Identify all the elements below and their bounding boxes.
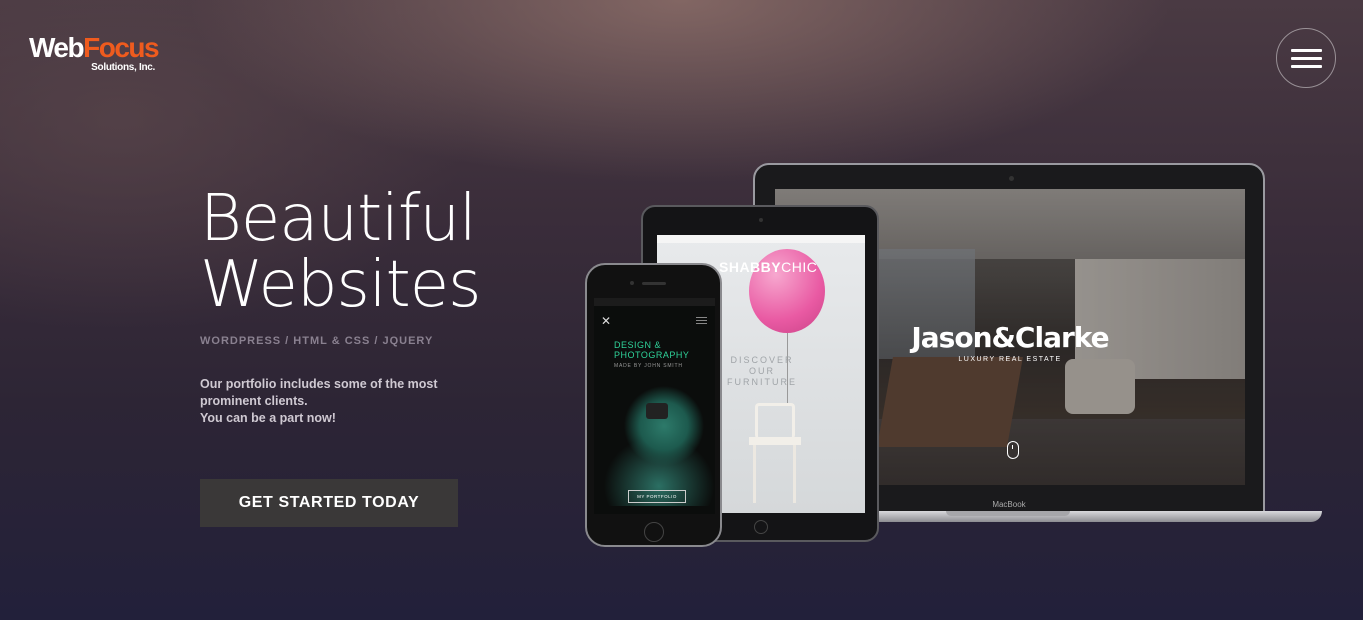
close-icon: ✕ [601,314,612,328]
phone-made-by: MADE BY JOHN SMITH [614,363,683,369]
chair-leg [753,445,756,503]
phone-title-line2: PHOTOGRAPHY [614,350,690,360]
phone-speaker [642,282,666,285]
scroll-mouse-icon [1007,441,1019,459]
get-started-button[interactable]: GET STARTED TODAY [200,479,458,527]
phone-screen: ✕ DESIGN & PHOTOGRAPHY MADE BY JOHN SMIT… [594,298,715,514]
laptop-camera [1009,176,1014,181]
phone-camera [630,281,634,285]
phone-home-button [644,522,664,542]
tablet-status-bar [657,235,865,243]
hero-desc-line2: You can be a part now! [200,411,336,425]
hero-description: Our portfolio includes some of the most … [200,376,500,427]
phone-menu-icon [696,317,707,324]
hero-subtitle: WORDPRESS / HTML & CSS / JQUERY [200,335,434,347]
shabby-chic-logo: SHABBYCHIC [719,259,817,275]
hero-title-line2: Websites [200,248,481,322]
logo-wordmark: Web Focus [29,32,160,63]
phone-status-bar [594,298,715,306]
logo[interactable]: Web Focus Solutions, Inc. [29,32,160,78]
laptop-notch [946,511,1070,516]
logo-focus: Focus [83,32,159,63]
menu-bar [1290,64,1322,68]
camera-icon [646,403,668,419]
logo-tagline: Solutions, Inc. [91,62,155,73]
phone-title: DESIGN & PHOTOGRAPHY [614,340,689,360]
tablet-home-button [754,520,768,534]
phone-portfolio-button: MY PORTFOLIO [628,490,686,503]
discover-furniture-text: DISCOVER OUR FURNITURE [727,355,797,387]
logo-web: Web [29,32,85,63]
chair-leg [793,445,796,503]
hamburger-menu-icon[interactable] [1276,28,1336,88]
menu-bar [1290,56,1322,60]
hero-title: Beautiful Websites [200,182,481,322]
photographer-image [604,376,714,506]
shabby-chic-logo-a: SHABBY [719,259,782,275]
phone-title-line1: DESIGN & [614,340,662,350]
chair-icon [755,403,795,439]
phone-mockup: ✕ DESIGN & PHOTOGRAPHY MADE BY JOHN SMIT… [585,263,722,547]
tablet-camera [759,218,763,222]
menu-bar [1290,48,1322,52]
hero-desc-line1: Our portfolio includes some of the most … [200,377,438,408]
shabby-chic-logo-b: CHIC [781,259,818,275]
hero-title-line1: Beautiful [200,182,477,256]
chair-seat [749,437,801,445]
